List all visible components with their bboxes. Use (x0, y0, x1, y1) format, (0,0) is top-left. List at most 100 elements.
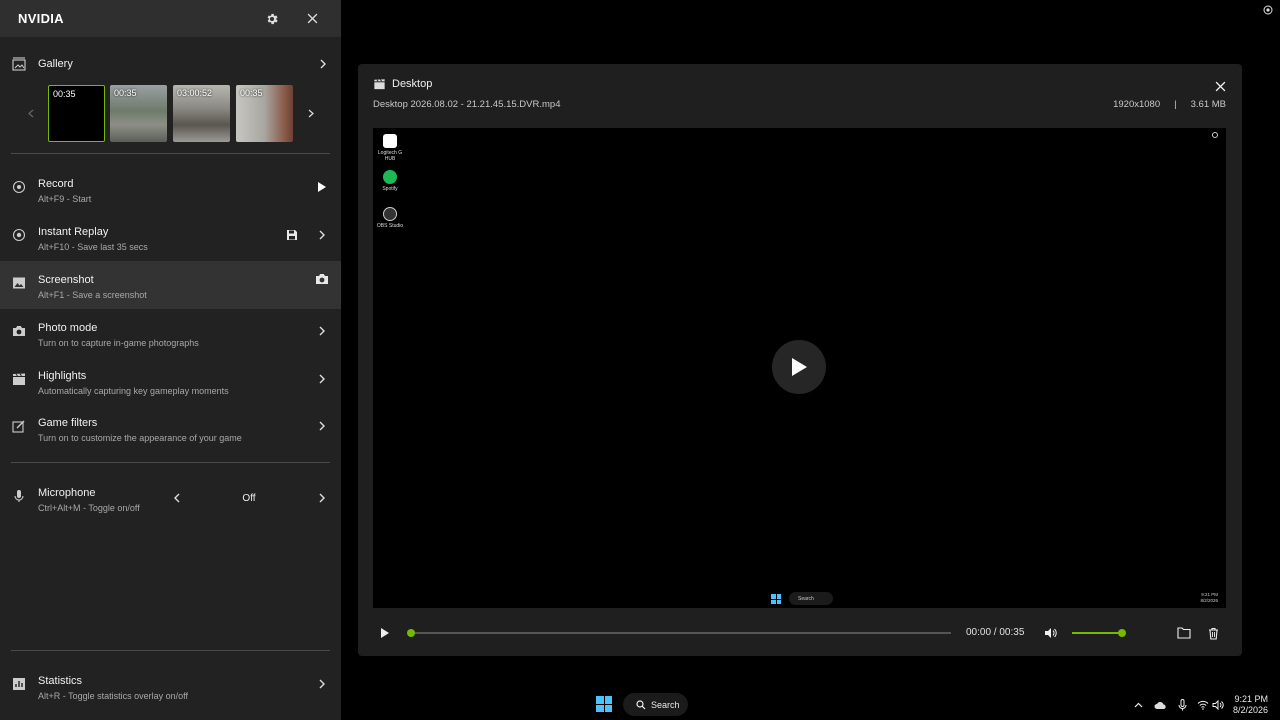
start-record-button[interactable] (314, 179, 330, 195)
game-filters-item[interactable]: Game filters Turn on to customize the ap… (0, 404, 341, 452)
divider (11, 462, 330, 463)
record-indicator-icon (1212, 132, 1218, 138)
chevron-right-icon (319, 493, 325, 503)
tray-overflow-button[interactable] (1131, 698, 1145, 712)
close-overlay-button[interactable] (301, 8, 323, 30)
instant-replay-title: Instant Replay (38, 226, 109, 238)
thumb-duration: 00:35 (240, 88, 263, 98)
gallery-thumb-2[interactable]: 00:35 (110, 85, 167, 142)
meta-separator: | (1174, 99, 1177, 110)
video-taskbar: Search 9:21 PM 8/2/2026 (373, 590, 1226, 608)
wifi-tray-icon[interactable] (1196, 698, 1210, 712)
microphone-prev-button[interactable] (168, 490, 184, 506)
volume-button[interactable] (1042, 625, 1058, 641)
highlights-item[interactable]: Highlights Automatically capturing key g… (0, 357, 341, 405)
video-frame[interactable]: Logitech G HUB Spotify OBS Studio Search (373, 128, 1226, 608)
play-button[interactable] (377, 625, 393, 641)
thumb-duration: 03:00:52 (177, 88, 213, 98)
record-title: Record (38, 178, 74, 190)
settings-button[interactable] (261, 8, 283, 30)
delete-button[interactable] (1205, 625, 1221, 641)
nvidia-overlay-sidebar: NVIDIA Gallery 00:35 00:35 03:00:52 00:3… (0, 0, 341, 720)
video-player-panel: Desktop Desktop 2026.08.02 - 21.21.45.15… (358, 64, 1242, 656)
thumbs-prev-button[interactable] (24, 105, 38, 121)
chevron-right-icon (314, 227, 330, 243)
gallery-thumb-4[interactable]: 00:35 (236, 85, 293, 142)
statistics-item[interactable]: Statistics Alt+R - Toggle statistics ove… (0, 662, 341, 710)
microphone-tray-icon[interactable] (1175, 698, 1189, 712)
instant-replay-shortcut: Alt+F10 - Save last 35 secs (38, 242, 148, 252)
cloud-icon (1154, 701, 1166, 709)
windows-taskbar: Search 9:21 PM 8/2/2026 (341, 690, 1280, 720)
clapperboard-icon (11, 371, 27, 387)
gear-icon (267, 13, 278, 24)
video-meta: 1920x1080 | 3.61 MB (1113, 99, 1226, 110)
record-shortcut: Alt+F9 - Start (38, 194, 92, 204)
player-title: Desktop (392, 78, 433, 90)
filter-edit-icon (11, 418, 27, 434)
chevron-right-icon (314, 676, 330, 692)
logitech-icon (383, 134, 397, 148)
status-indicator-icon (1262, 4, 1274, 16)
video-taskbar-search: Search (789, 592, 833, 605)
take-screenshot-button[interactable] (314, 271, 330, 287)
play-icon (792, 358, 807, 376)
save-replay-button[interactable] (284, 227, 300, 243)
record-icon (11, 179, 27, 195)
desktop-icon-obs: OBS Studio (373, 207, 407, 229)
gallery-thumb-1[interactable]: 00:35 (48, 85, 105, 142)
video-taskbar-clock: 9:21 PM 8/2/2026 (1200, 592, 1218, 603)
instant-replay-item[interactable]: Instant Replay Alt+F10 - Save last 35 se… (0, 213, 341, 261)
highlights-title: Highlights (38, 370, 87, 382)
thumb-duration: 00:35 (53, 89, 76, 99)
stats-icon (11, 676, 27, 692)
playback-time: 00:00 / 00:35 (966, 627, 1025, 638)
play-icon (381, 628, 389, 638)
divider (11, 650, 330, 651)
camera-icon (316, 274, 328, 284)
close-icon (1215, 81, 1225, 91)
microphone-item: Microphone Ctrl+Alt+M - Toggle on/off Of… (0, 474, 341, 522)
player-header: Desktop (373, 78, 432, 90)
seek-handle[interactable] (407, 629, 415, 637)
photo-mode-item[interactable]: Photo mode Turn on to capture in-game ph… (0, 309, 341, 357)
record-item[interactable]: Record Alt+F9 - Start (0, 165, 341, 213)
microphone-title: Microphone (38, 487, 96, 499)
close-player-button[interactable] (1212, 78, 1228, 94)
chevron-left-icon (173, 493, 179, 503)
close-icon (307, 13, 317, 24)
game-filters-desc: Turn on to customize the appearance of y… (38, 433, 242, 443)
microphone-next-button[interactable] (314, 490, 330, 506)
taskbar-clock[interactable]: 9:21 PM 8/2/2026 (1233, 694, 1268, 716)
screenshot-item[interactable]: Screenshot Alt+F1 - Save a screenshot (0, 261, 341, 309)
open-folder-button[interactable] (1176, 625, 1192, 641)
search-icon (636, 699, 646, 709)
taskbar-search[interactable]: Search (623, 693, 688, 716)
photo-mode-desc: Turn on to capture in-game photographs (38, 338, 199, 348)
speaker-icon (1044, 628, 1057, 638)
volume-slider[interactable] (1072, 629, 1126, 637)
app-title: NVIDIA (18, 11, 64, 26)
taskbar-search-label: Search (651, 699, 680, 710)
wifi-icon (1197, 700, 1209, 710)
photo-mode-title: Photo mode (38, 322, 98, 334)
volume-handle[interactable] (1118, 629, 1126, 637)
sidebar-header: NVIDIA (0, 0, 341, 37)
speaker-icon (1212, 700, 1224, 710)
gallery-thumb-3[interactable]: 03:00:52 (173, 85, 230, 142)
taskbar-time: 9:21 PM (1234, 694, 1268, 704)
highlights-desc: Automatically capturing key gameplay mom… (38, 386, 229, 396)
statistics-title: Statistics (38, 675, 83, 687)
thumbs-next-button[interactable] (304, 105, 318, 121)
start-button[interactable] (596, 696, 612, 712)
volume-tray-icon[interactable] (1211, 698, 1225, 712)
gallery-row[interactable]: Gallery (0, 52, 341, 76)
onedrive-tray-icon[interactable] (1153, 698, 1167, 712)
clapperboard-icon (374, 79, 385, 90)
seek-bar[interactable] (407, 629, 951, 637)
video-resolution: 1920x1080 (1113, 99, 1161, 110)
play-video-button[interactable] (772, 340, 826, 394)
desktop-icon-logitech: Logitech G HUB (373, 134, 407, 162)
chevron-left-icon (28, 109, 34, 117)
chevron-right-icon (314, 371, 330, 387)
